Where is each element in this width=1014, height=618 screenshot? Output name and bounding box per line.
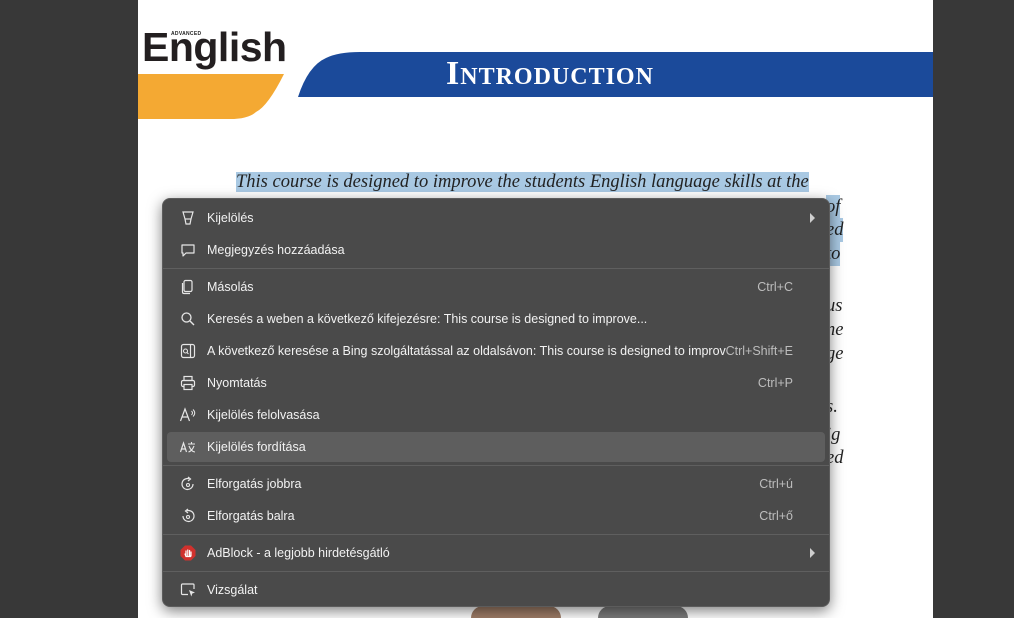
menu-item-read-aloud[interactable]: Kijelölés felolvasása: [167, 400, 825, 430]
author-photo: [598, 606, 688, 618]
read-aloud-icon: [167, 407, 207, 423]
page-title: INTRODUCTION: [446, 55, 654, 93]
inspect-icon: [167, 582, 207, 598]
translate-icon: [167, 439, 207, 455]
copy-icon: [167, 279, 207, 295]
menu-item-shortcut: Ctrl+ú: [759, 477, 793, 491]
selected-paragraph-line[interactable]: This course is designed to improve the s…: [236, 170, 847, 194]
menu-separator: [163, 268, 829, 269]
page-title-rest: NTRODUCTION: [460, 64, 654, 90]
submenu-arrow-icon: [810, 548, 815, 558]
menu-item-label: Elforgatás balra: [207, 509, 295, 523]
menu-item-label: AdBlock - a legjobb hirdetésgátló: [207, 546, 390, 560]
submenu-arrow-icon: [810, 213, 815, 223]
selected-text[interactable]: This course is designed to improve the s…: [236, 172, 809, 192]
menu-item-add-comment[interactable]: Megjegyzés hozzáadása: [167, 235, 825, 265]
menu-separator: [163, 534, 829, 535]
menu-item-label: Kijelölés: [207, 211, 254, 225]
menu-item-translate[interactable]: Kijelölés fordítása: [167, 432, 825, 462]
menu-item-shortcut: Ctrl+C: [757, 280, 793, 294]
menu-item-rotate-right[interactable]: Elforgatás jobbra Ctrl+ú: [167, 469, 825, 499]
logo-orange-shape: [138, 74, 284, 119]
menu-item-label: Kijelölés felolvasása: [207, 408, 320, 422]
menu-item-label: Vizsgálat: [207, 583, 258, 597]
menu-item-label: Másolás: [207, 280, 254, 294]
menu-item-bing-sidebar-search[interactable]: A következő keresése a Bing szolgáltatás…: [167, 336, 825, 366]
search-icon: [167, 311, 207, 327]
menu-item-highlight[interactable]: Kijelölés: [167, 203, 825, 233]
menu-item-label: Elforgatás jobbra: [207, 477, 302, 491]
context-menu: Kijelölés Megjegyzés hozzáadása Másolás …: [162, 198, 830, 607]
menu-item-copy[interactable]: Másolás Ctrl+C: [167, 272, 825, 302]
highlighter-icon: [167, 210, 207, 226]
author-photo: [471, 606, 561, 618]
menu-item-shortcut: Ctrl+P: [757, 376, 793, 390]
menu-item-shortcut: Ctrl+Shift+E: [725, 344, 793, 358]
menu-item-inspect[interactable]: Vizsgálat: [167, 575, 825, 605]
menu-separator: [163, 465, 829, 466]
rotate-right-icon: [167, 476, 207, 492]
menu-item-label: Nyomtatás: [207, 376, 267, 390]
menu-item-label: A következő keresése a Bing szolgáltatás…: [207, 344, 726, 358]
menu-item-print[interactable]: Nyomtatás Ctrl+P: [167, 368, 825, 398]
logo-english: English: [142, 24, 287, 70]
adblock-icon: [167, 545, 207, 561]
rotate-left-icon: [167, 508, 207, 524]
menu-item-adblock[interactable]: AdBlock - a legjobb hirdetésgátló: [167, 538, 825, 568]
sidebar-search-icon: [167, 343, 207, 359]
menu-item-shortcut: Ctrl+ő: [759, 509, 793, 523]
menu-item-label: Kijelölés fordítása: [207, 440, 306, 454]
menu-item-rotate-left[interactable]: Elforgatás balra Ctrl+ő: [167, 501, 825, 531]
menu-separator: [163, 571, 829, 572]
menu-item-web-search[interactable]: Keresés a weben a következő kifejezésre:…: [167, 304, 825, 334]
page-title-initial: I: [446, 55, 461, 92]
menu-item-label: Keresés a weben a következő kifejezésre:…: [207, 312, 648, 326]
menu-item-label: Megjegyzés hozzáadása: [207, 243, 345, 257]
print-icon: [167, 375, 207, 391]
comment-icon: [167, 242, 207, 258]
